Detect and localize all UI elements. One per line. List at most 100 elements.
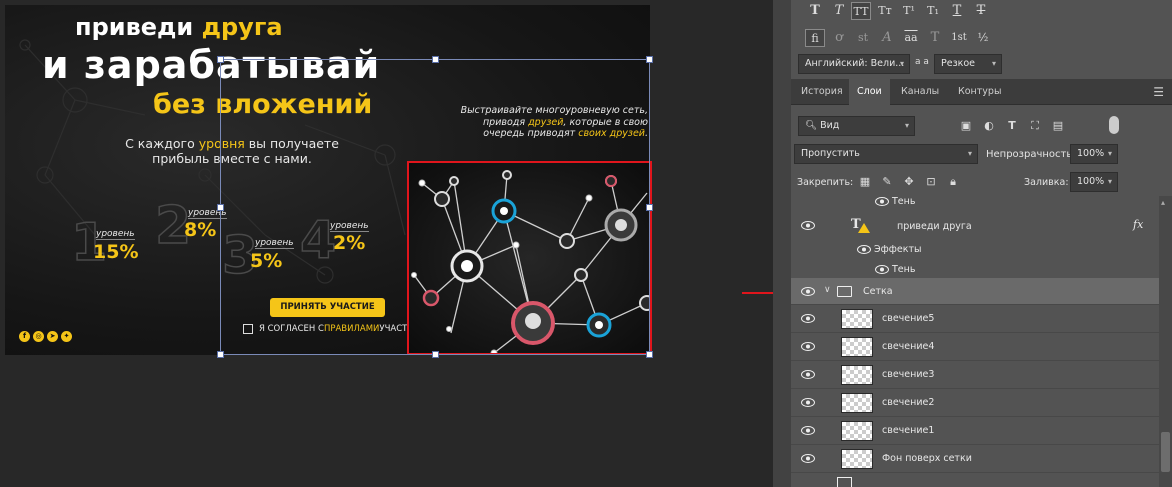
agree-checkbox[interactable] <box>243 324 253 334</box>
stylistic-alternates-button[interactable]: aa <box>901 29 921 47</box>
eye-icon[interactable] <box>875 197 889 206</box>
ordinals-button[interactable]: 1st <box>949 29 969 47</box>
filter-toggle-switch[interactable] <box>1109 116 1119 134</box>
layer-row[interactable]: свечение3 <box>791 361 1159 389</box>
layer-thumbnail <box>841 365 873 385</box>
eye-icon[interactable] <box>801 342 815 351</box>
layer-effect-row[interactable]: Тень <box>791 260 1159 280</box>
twitter-icon[interactable]: ✦ <box>61 331 72 342</box>
eye-icon[interactable] <box>875 265 889 274</box>
filter-type-icon[interactable]: T <box>1005 119 1019 133</box>
layer-thumbnail <box>841 449 873 469</box>
chevron-down-icon: ▾ <box>991 59 996 68</box>
fractions-button[interactable]: ½ <box>973 29 993 47</box>
telegram-icon[interactable]: ➤ <box>47 331 58 342</box>
titling-alternates-button[interactable]: T <box>925 29 945 47</box>
all-caps-button[interactable]: TT <box>851 2 871 20</box>
warning-icon <box>858 223 870 233</box>
small-caps-button[interactable]: Tт <box>875 2 895 20</box>
eye-icon[interactable] <box>801 287 815 296</box>
faux-italic-button[interactable]: T <box>829 2 849 20</box>
subtitle-left: С каждого уровня вы получаете прибыль вм… <box>125 136 339 166</box>
opacity-field[interactable]: 100% ▾ <box>1070 144 1118 164</box>
antialias-icon: a a <box>915 57 929 67</box>
scrollbar-thumb[interactable] <box>1161 432 1170 472</box>
layer-filter-select[interactable]: 🔍︎ Вид ▾ <box>798 116 915 136</box>
layer-effects-header[interactable]: Эффекты <box>791 240 1159 260</box>
chevron-down-icon[interactable]: ∨ <box>824 285 831 295</box>
layer-row[interactable]: свечение4 <box>791 333 1159 361</box>
layer-row[interactable]: Фон поверх сетки <box>791 445 1159 473</box>
superscript-button[interactable]: T¹ <box>899 2 919 20</box>
lock-brush-icon[interactable]: ✎ <box>880 175 894 189</box>
canvas-area[interactable]: приведи друга и зарабатывай без вложений… <box>0 0 806 487</box>
ligatures-button[interactable]: fi <box>805 29 825 47</box>
filter-smart-object-icon[interactable]: ▤ <box>1051 119 1065 133</box>
strikethrough-button[interactable]: T <box>971 2 991 20</box>
eye-icon[interactable] <box>857 245 871 254</box>
layer-row-partial[interactable] <box>791 473 1159 487</box>
lock-transparent-icon[interactable]: ▦ <box>858 175 872 189</box>
layer-row[interactable]: свечение2 <box>791 389 1159 417</box>
underline-button[interactable]: T <box>947 2 967 20</box>
lock-move-icon[interactable]: ✥ <box>902 175 916 189</box>
eye-icon[interactable] <box>801 398 815 407</box>
chevron-down-icon: ▾ <box>1107 149 1112 158</box>
eye-icon[interactable] <box>801 370 815 379</box>
chevron-down-icon: ▾ <box>899 59 904 68</box>
headline-yellow-word: друга <box>201 13 283 41</box>
layer-effect-row[interactable]: Тень <box>791 196 1159 212</box>
antialias-select[interactable]: Резкое ▾ <box>934 54 1002 74</box>
agree-checkbox-row[interactable]: Я СОГЛАСЕН С ПРАВИЛАМИ УЧАСТИЯ <box>243 324 420 334</box>
discretionary-ligatures-button[interactable]: st <box>853 29 873 47</box>
language-select[interactable]: Английский: Вели... ▾ <box>798 54 910 74</box>
tab-layers[interactable]: Слои <box>849 79 890 105</box>
fx-icon[interactable]: fx <box>1133 218 1143 231</box>
tab-channels[interactable]: Каналы <box>893 79 947 105</box>
layer-thumbnail <box>841 337 873 357</box>
tab-history[interactable]: История <box>793 79 851 105</box>
facebook-icon[interactable]: f <box>19 331 30 342</box>
swash-button[interactable]: A <box>877 29 897 47</box>
chevron-down-icon: ▾ <box>904 121 909 130</box>
eye-icon[interactable] <box>801 426 815 435</box>
network-graph-image <box>409 163 650 353</box>
subtitle-right: Выстраивайте многоуровневую сеть, привод… <box>460 105 648 139</box>
layer-thumbnail <box>841 393 873 413</box>
chevron-down-icon: ▾ <box>967 149 972 158</box>
subscript-button[interactable]: T₁ <box>923 2 943 20</box>
headline-line1: приведи друга <box>75 13 283 41</box>
old-style-button[interactable]: ơ <box>829 29 849 47</box>
instagram-icon[interactable]: ◎ <box>33 331 44 342</box>
panel-menu-icon[interactable]: ☰ <box>1153 85 1164 99</box>
layer-row[interactable]: свечение5 <box>791 305 1159 333</box>
faux-bold-button[interactable]: T <box>805 2 825 20</box>
layers-scrollbar[interactable]: ▴ <box>1159 196 1172 487</box>
scroll-up-icon[interactable]: ▴ <box>1161 198 1165 207</box>
lock-artboard-icon[interactable]: ⊡ <box>924 175 938 189</box>
layer-group-row[interactable]: ∨ Сетка <box>791 278 1159 305</box>
eye-icon[interactable] <box>801 454 815 463</box>
layer-thumbnail <box>841 309 873 329</box>
headline-line2: и зарабатывай <box>42 43 381 87</box>
layer-row[interactable]: свечение1 <box>791 417 1159 445</box>
eye-icon[interactable] <box>801 314 815 323</box>
blend-mode-select[interactable]: Пропустить ▾ <box>794 144 978 164</box>
tab-paths[interactable]: Контуры <box>950 79 1009 105</box>
fill-field[interactable]: 100% ▾ <box>1070 172 1118 192</box>
search-icon: 🔍︎ <box>805 120 818 131</box>
filter-adjustment-icon[interactable]: ◐ <box>982 119 996 133</box>
folder-icon <box>837 286 852 297</box>
network-highlight-box <box>407 161 652 355</box>
panel-collapse-strip[interactable] <box>773 0 791 487</box>
fill-label: Заливка: <box>1024 177 1069 188</box>
filter-pixel-icon[interactable]: ▣ <box>959 119 973 133</box>
lock-row: Закрепить: ▦ ✎ ✥ ⊡ 🔒︎ Заливка: 100% ▾ <box>791 172 1172 194</box>
layers-list: Тень T приведи друга fx Эффекты Тень ∨ С… <box>791 196 1159 487</box>
participate-button[interactable]: ПРИНЯТЬ УЧАСТИЕ <box>270 298 385 317</box>
lock-all-icon[interactable]: 🔒︎ <box>946 175 960 189</box>
eye-icon[interactable] <box>801 221 815 230</box>
layer-row[interactable]: T приведи друга fx <box>791 212 1159 240</box>
layer-thumbnail <box>841 421 873 441</box>
filter-shape-icon[interactable]: ⛶ <box>1028 119 1042 133</box>
